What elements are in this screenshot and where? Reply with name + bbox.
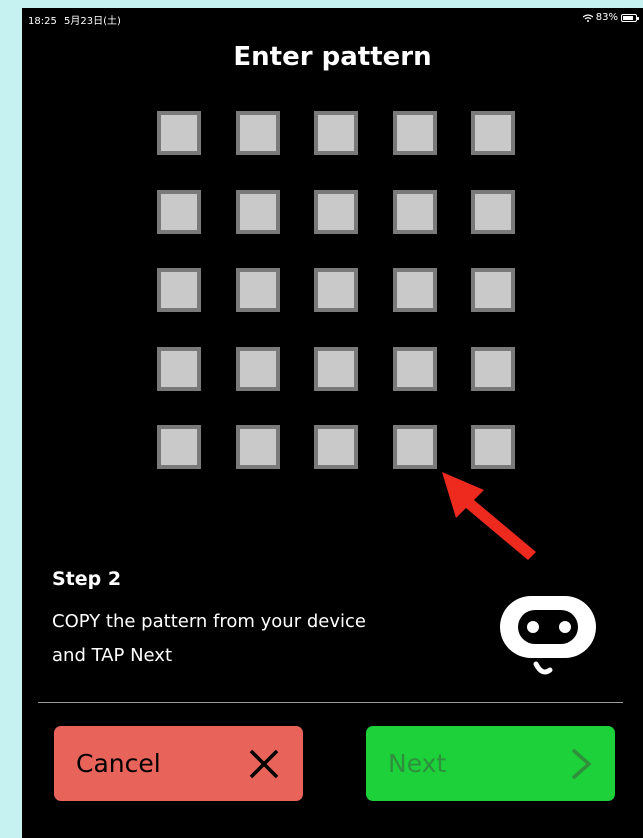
pattern-cell-r3-c5[interactable] [471,268,515,312]
wifi-icon [582,13,593,22]
next-button[interactable]: Next [366,726,615,801]
status-date-text: 5月23日(土) [64,16,121,27]
pattern-cell-r1-c3[interactable] [314,111,358,155]
status-time: 18:25 5月23日(土) [28,12,121,27]
pattern-cell-r1-c2[interactable] [235,111,280,155]
pattern-cell-r5-c3[interactable] [314,425,358,469]
cancel-button-label: Cancel [76,749,161,778]
status-bar: 18:25 5月23日(土) 83% [22,8,643,30]
pattern-cell-r1-c5[interactable] [471,111,515,155]
step-title: Step 2 [52,568,122,590]
microbit-device-icon [500,596,596,675]
pattern-cell-r2-c5[interactable] [471,189,515,234]
divider [38,702,623,703]
status-time-text: 18:25 [28,16,57,27]
pattern-cell-r4-c2[interactable] [235,346,280,391]
pattern-cell-r2-c2[interactable] [235,189,280,234]
pattern-cell-r4-c5[interactable] [471,346,515,391]
battery-percent: 83% [595,12,618,23]
red-arrow-annotation [442,472,536,560]
cancel-button[interactable]: Cancel [54,726,303,801]
pattern-cell-r3-c4[interactable] [392,268,437,312]
chevron-right-icon [569,746,593,782]
app-screen: 18:25 5月23日(土) 83% Enter pattern Step 2 … [22,8,643,838]
pattern-cell-r2-c3[interactable] [314,189,358,234]
pattern-cell-r5-c1[interactable] [157,425,201,469]
pattern-cell-r2-c4[interactable] [392,189,437,234]
pattern-cell-r2-c1[interactable] [157,189,201,234]
battery-fill [623,15,633,20]
pattern-cell-r5-c4[interactable] [392,425,437,469]
page-title: Enter pattern [233,42,432,72]
pattern-cell-r3-c3[interactable] [314,268,358,312]
pattern-grid[interactable] [157,111,515,469]
next-button-label: Next [388,749,447,778]
step-instructions: COPY the pattern from your device and TA… [52,611,366,666]
pattern-cell-r5-c2[interactable] [235,425,280,469]
pattern-cell-r3-c1[interactable] [157,268,201,312]
pattern-cell-r4-c1[interactable] [157,346,201,391]
pattern-cell-r1-c1[interactable] [157,111,201,155]
pattern-cell-r4-c4[interactable] [392,346,437,391]
pattern-cell-r3-c2[interactable] [235,268,280,312]
status-right: 83% [582,12,639,23]
battery-icon [621,13,639,22]
pattern-cell-r1-c4[interactable] [392,111,437,155]
close-icon [247,747,281,781]
pattern-cell-r4-c3[interactable] [314,346,358,391]
